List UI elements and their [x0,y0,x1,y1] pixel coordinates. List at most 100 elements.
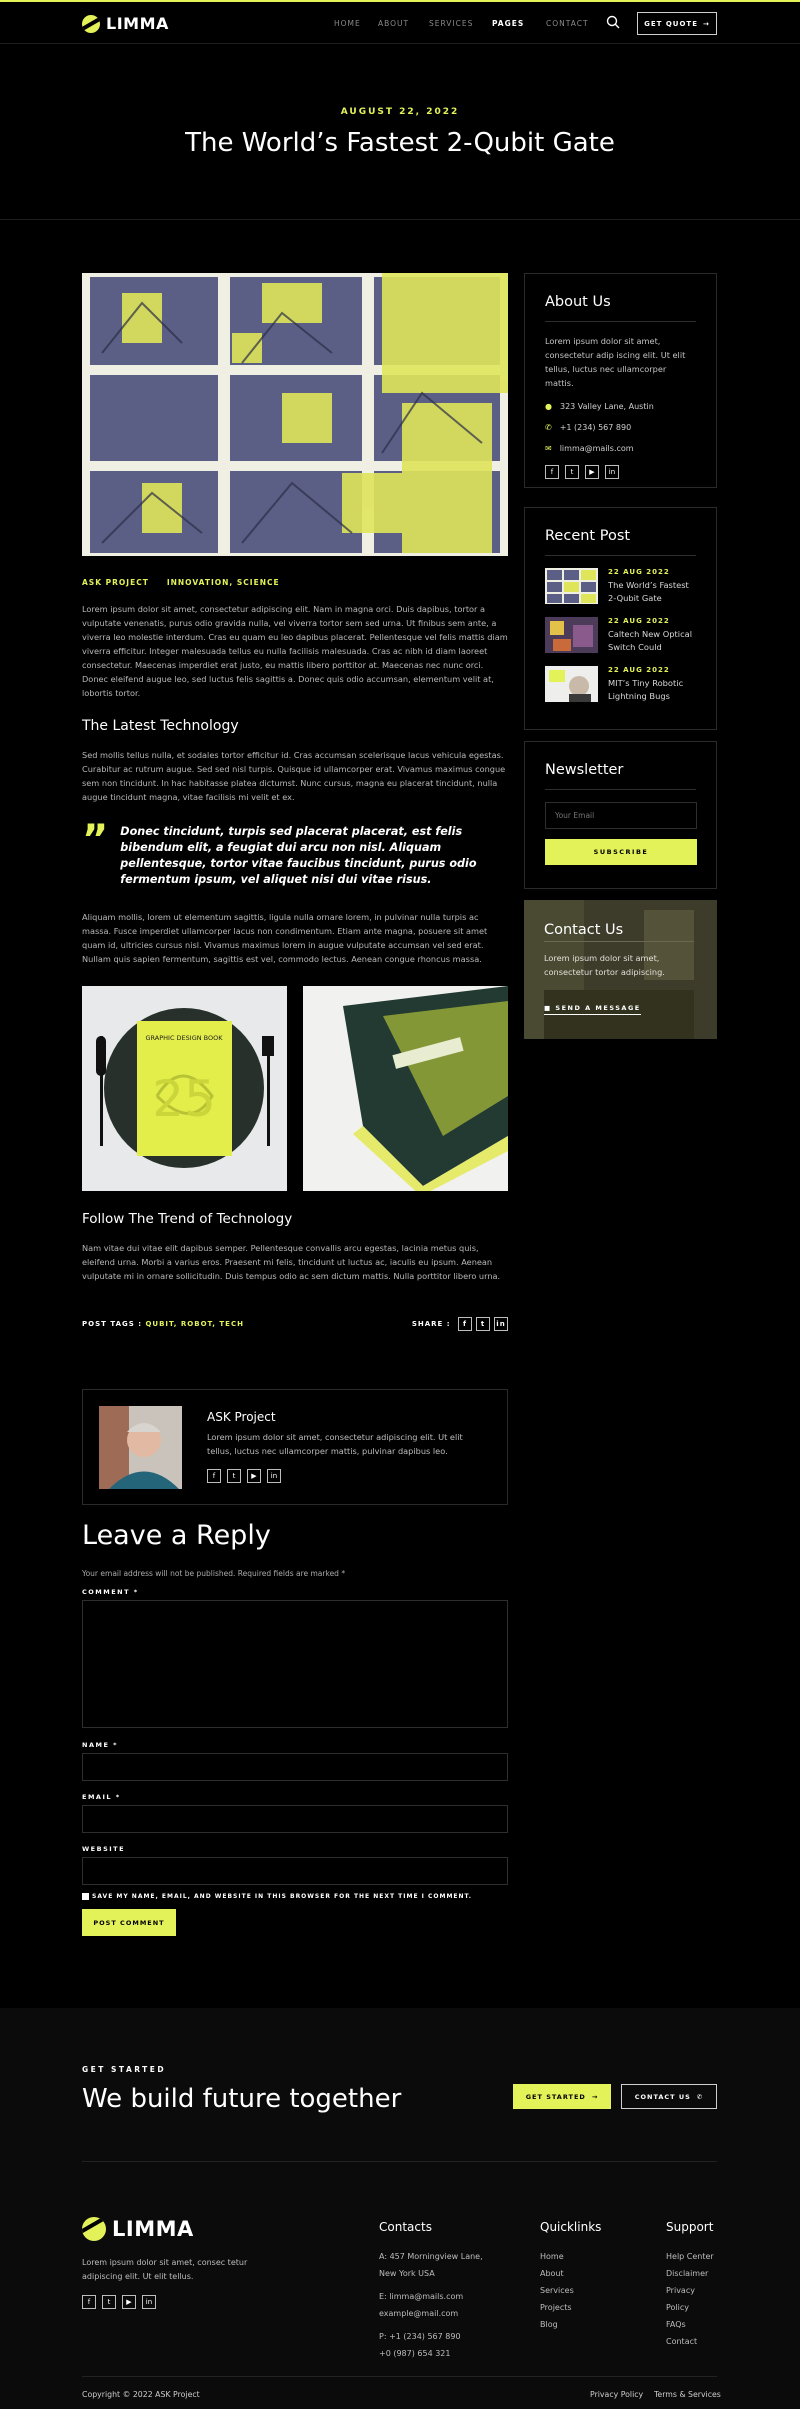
comment-label: COMMENT * [82,1588,139,1596]
facebook-share-icon[interactable]: f [458,1317,472,1331]
site-footer: GET STARTED We build future together GET… [0,2008,800,2409]
nav-contact[interactable]: CONTACT [546,19,589,28]
recent-post-item[interactable]: 22 AUG 2022 The World’s Fastest 2-Qubit G… [545,568,696,605]
intro-paragraph: Lorem ipsum dolor sit amet, consectetur … [82,604,508,698]
youtube-icon[interactable]: ▶ [247,1469,261,1483]
facebook-icon[interactable]: f [545,465,559,479]
site-header: LIMMA HOME ABOUT SERVICES PAGES CONTACT … [0,2,800,44]
facebook-icon[interactable]: f [82,2295,96,2309]
comment-textarea[interactable] [82,1600,508,1728]
footer-quicklinks: Quicklinks Home About Services Projects … [540,2220,601,2333]
footer-link[interactable]: Blog [540,2316,601,2333]
divider [545,789,696,790]
divider [82,2161,717,2162]
recent-post-date: 22 AUG 2022 [608,666,670,674]
footer-link[interactable]: Home [540,2248,601,2265]
twitter-icon[interactable]: t [102,2295,116,2309]
website-input[interactable] [82,1857,508,1885]
widget-title: About Us [545,294,611,310]
footer-email-alt[interactable]: example@mail.com [379,2305,489,2322]
post-comment-button[interactable]: POST COMMENT [82,1909,176,1936]
category-link[interactable]: ASK PROJECT [82,578,149,587]
arrow-right-icon: → [703,19,710,28]
get-started-button[interactable]: GET STARTED → [513,2084,611,2109]
footer-email[interactable]: E: limma@mails.com [379,2288,489,2305]
youtube-icon[interactable]: ▶ [122,2295,136,2309]
footer-link[interactable]: Help Center [666,2248,718,2265]
privacy-link[interactable]: Privacy Policy [590,2390,643,2399]
footer-logo-text: LIMMA [112,2217,194,2241]
footer-link[interactable]: Contact [666,2333,718,2350]
divider [82,2376,717,2377]
copyright: Copyright © 2022 ASK Project [82,2390,200,2399]
contact-us-button[interactable]: CONTACT US ✆ [621,2084,717,2109]
consent-label: SAVE MY NAME, EMAIL, AND WEBSITE IN THIS… [92,1893,472,1900]
nav-about[interactable]: ABOUT [378,19,409,28]
recent-post-title[interactable]: MIT’s Tiny Robotic Lightning Bugs [608,677,696,703]
tag-links[interactable]: QUBIT, ROBOT, TECH [145,1320,244,1328]
location-icon: ● [545,402,552,411]
nav-pages[interactable]: PAGES [492,19,524,28]
page-title: The World’s Fastest 2-Qubit Gate [185,128,615,158]
recent-post-item[interactable]: 22 AUG 2022 Caltech New Optical Switch Co… [545,617,696,654]
youtube-icon[interactable]: ▶ [585,465,599,479]
consent-checkbox[interactable] [82,1893,89,1900]
footer-logo[interactable]: LIMMA [82,2217,194,2241]
linkedin-icon[interactable]: in [267,1469,281,1483]
footer-link[interactable]: FAQs [666,2316,718,2333]
footer-link[interactable]: Privacy Policy [666,2282,718,2316]
email-input[interactable] [82,1805,508,1833]
recent-post-item[interactable]: 22 AUG 2022 MIT’s Tiny Robotic Lightning … [545,666,696,703]
facebook-icon[interactable]: f [207,1469,221,1483]
footer-link[interactable]: Services [540,2282,601,2299]
article: ASK PROJECT INNOVATION, SCIENCE Lorem ip… [82,273,508,1505]
nav-home[interactable]: HOME [334,19,361,28]
footer-link[interactable]: Disclaimer [666,2265,718,2282]
footer-social: f t ▶ in [82,2295,156,2309]
linkedin-share-icon[interactable]: in [494,1317,508,1331]
name-input[interactable] [82,1753,508,1781]
paragraph: Aliquam mollis, lorem ut elementum sagit… [82,912,488,964]
phone-text[interactable]: +1 (234) 567 890 [560,423,631,432]
footer-column-title: Contacts [379,2220,432,2234]
section-heading: The Latest Technology [82,718,239,734]
linkedin-icon[interactable]: in [142,2295,156,2309]
post-tags: POST TAGS : QUBIT, ROBOT, TECH [82,1320,244,1328]
recent-post-thumb [545,666,598,702]
featured-image [82,273,508,556]
share-label: SHARE : [411,1320,451,1328]
newsletter-email-input[interactable] [545,802,697,829]
footer-support: Support Help Center Disclaimer Privacy P… [666,2220,718,2350]
get-started-label: GET STARTED [525,2092,586,2101]
footer-phone-alt[interactable]: +0 (987) 654 321 [379,2345,489,2362]
footer-address: A: 457 Morningview Lane, New York USA [379,2252,483,2278]
cta-title: We build future together [82,2084,402,2114]
logo-mark-icon [82,14,100,33]
footer-phone[interactable]: P: +1 (234) 567 890 [379,2328,489,2345]
page-hero: AUGUST 22, 2022 The World’s Fastest 2-Qu… [0,44,800,220]
get-quote-button[interactable]: GET QUOTE → [637,12,717,35]
twitter-icon[interactable]: t [227,1469,241,1483]
contact-text: Lorem ipsum dolor sit amet, consectetur … [544,953,665,977]
logo[interactable]: LIMMA [82,14,169,33]
recent-post-title[interactable]: The World’s Fastest 2-Qubit Gate [608,579,696,605]
footer-column-title: Quicklinks [540,2220,602,2234]
twitter-icon[interactable]: t [565,465,579,479]
twitter-share-icon[interactable]: t [476,1317,490,1331]
category-link[interactable]: INNOVATION, SCIENCE [167,578,280,587]
subscribe-button[interactable]: SUBSCRIBE [545,839,697,865]
footer-link[interactable]: About [540,2265,601,2282]
contact-us-label: CONTACT US [634,2092,691,2101]
footer-link[interactable]: Projects [540,2299,601,2316]
email-text[interactable]: limma@mails.com [560,444,634,453]
terms-link[interactable]: Terms & Services [654,2390,721,2399]
phone-icon: ✆ [545,423,552,432]
nav-services[interactable]: SERVICES [429,19,473,28]
recent-post-title[interactable]: Caltech New Optical Switch Could [608,628,696,654]
post-categories: ASK PROJECT INNOVATION, SCIENCE [82,578,508,587]
search-icon[interactable] [606,15,620,29]
phone-row: ✆ +1 (234) 567 890 [545,423,696,432]
send-message-link[interactable]: ■ SEND A MESSAGE [544,1004,641,1015]
linkedin-icon[interactable]: in [605,465,619,479]
footer-column-title: Support [666,2220,714,2234]
